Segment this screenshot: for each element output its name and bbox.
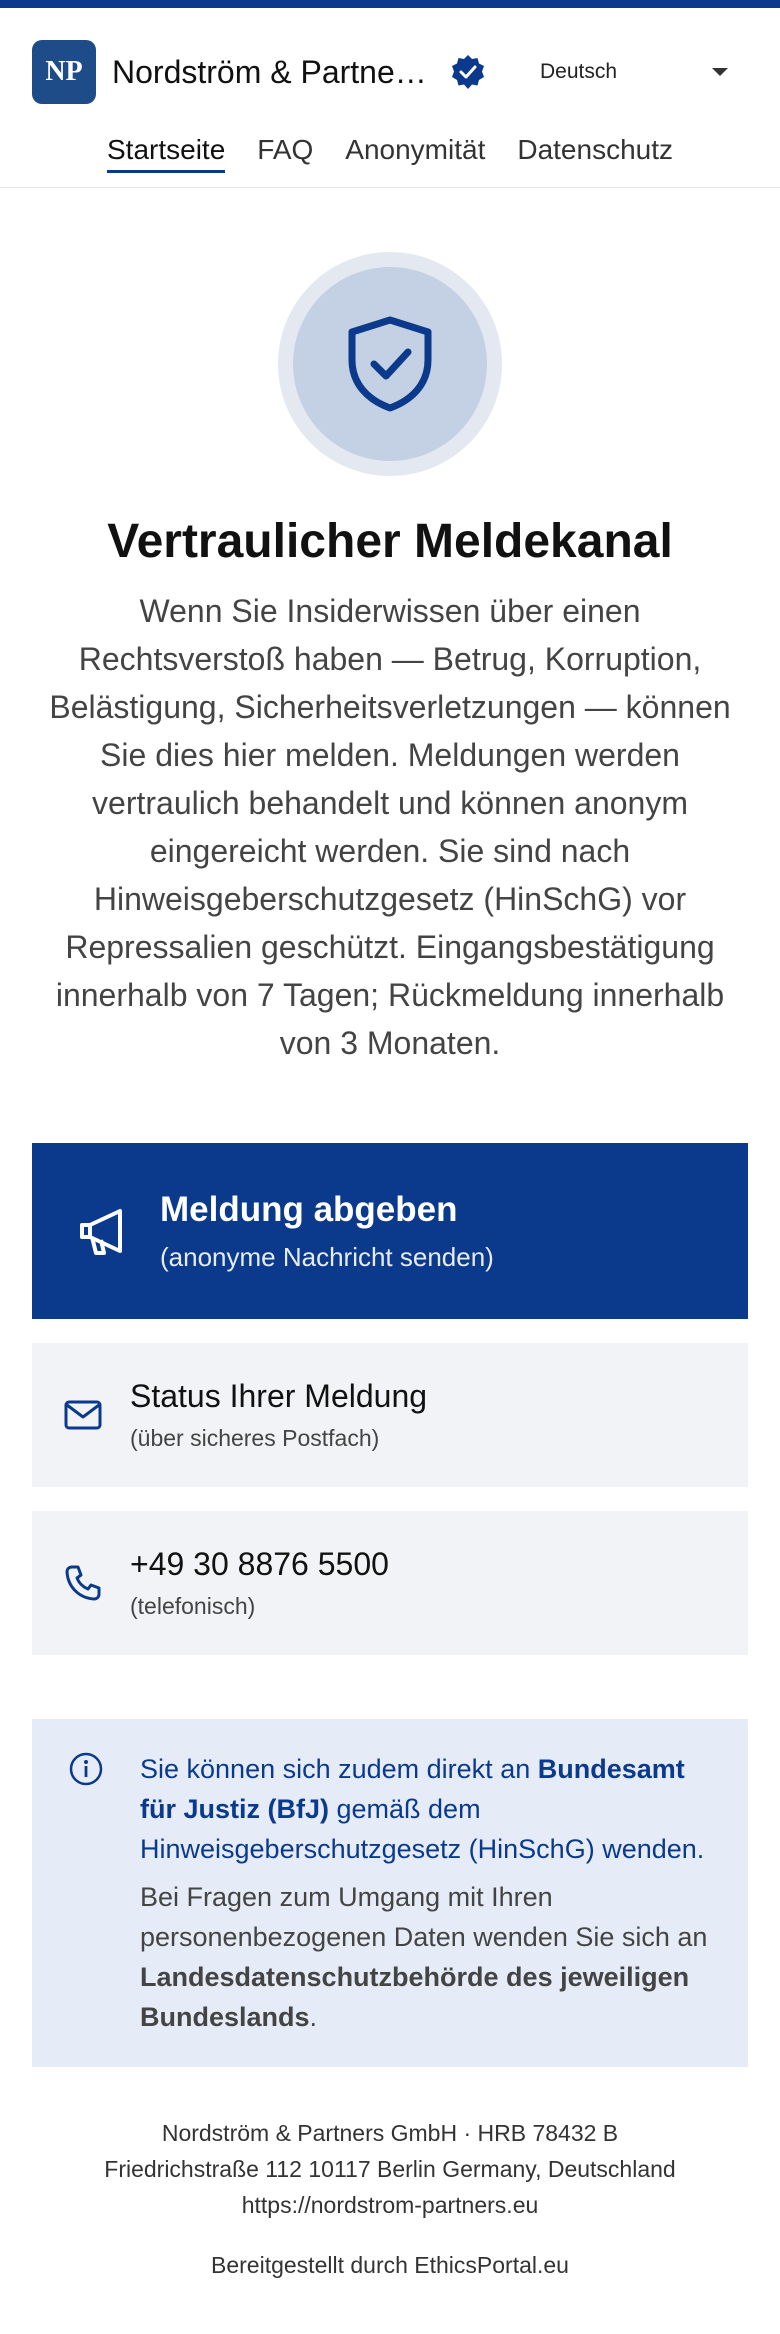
phone-report-subtitle: (telefonisch) [130,1593,256,1619]
submit-report-title: Meldung abgeben [160,1189,458,1229]
report-status-button[interactable]: Status Ihrer Meldung (über sicheres Post… [32,1343,748,1487]
language-select[interactable]: Deutsch [540,60,730,84]
phone-number: +49 30 8876 5500 [130,1546,389,1582]
nav-item-datenschutz[interactable]: Datenschutz [517,134,673,173]
action-cards: Meldung abgeben (anonyme Nachricht sende… [0,1143,780,1655]
nav-item-anonymitaet[interactable]: Anonymität [345,134,485,173]
site-header: NP Nordström & Partners GmbH Deutsch Sta… [0,8,780,188]
phone-icon [65,1565,101,1601]
external-authority-info: Sie können sich zudem direkt an Bundesam… [32,1719,748,2067]
submit-report-button[interactable]: Meldung abgeben (anonyme Nachricht sende… [32,1143,748,1319]
intro-text: Wenn Sie Insiderwissen über einen Rechts… [49,593,731,1061]
shield-check-icon [348,316,432,412]
footer-website-link[interactable]: https://nordstrom-partners.eu [242,2192,539,2218]
powered-by: Bereitgestellt durch EthicsPortal.eu [211,2252,569,2278]
megaphone-icon [80,1209,122,1255]
nav-item-faq[interactable]: FAQ [257,134,313,173]
company-logo[interactable]: NP [32,40,96,104]
info-text: Sie können sich zudem direkt an Bundesam… [140,1749,712,2037]
site-footer: Nordström & Partners GmbH · HRB 78432 B … [0,2115,780,2283]
main-nav: Startseite FAQ Anonymität Datenschutz [32,112,748,187]
hero-section: Vertraulicher Meldekanal Wenn Sie Inside… [0,188,780,1067]
chevron-down-icon [712,68,728,76]
verified-badge-icon [452,55,484,89]
shield-badge [278,252,502,476]
company-name: Nordström & Partners GmbH [112,53,430,90]
external-authority-text: Sie können sich zudem direkt an Bundesam… [140,1749,712,1869]
phone-report-text: +49 30 8876 5500 (telefonisch) [130,1546,389,1620]
top-accent-bar [0,0,780,8]
phone-report-button[interactable]: +49 30 8876 5500 (telefonisch) [32,1511,748,1655]
info-p2-post: . [309,2002,318,2032]
brand-row: NP Nordström & Partners GmbH Deutsch [32,32,748,112]
submit-report-subtitle: (anonyme Nachricht senden) [160,1241,494,1272]
info-icon [69,1752,103,1786]
footer-company-line: Nordström & Partners GmbH · HRB 78432 B [161,2120,619,2146]
submit-report-text: Meldung abgeben (anonyme Nachricht sende… [160,1190,494,1273]
mail-icon [64,1400,102,1430]
info-p1-pre: Sie können sich zudem direkt an [140,1754,538,1784]
nav-item-startseite[interactable]: Startseite [106,134,226,173]
data-protection-authority: Landesdatenschutzbehörde des jeweiligen … [140,1962,690,2032]
info-p2-pre: Bei Fragen zum Umgang mit Ihren personen… [140,1882,708,1952]
page-title: Vertraulicher Meldekanal [107,515,673,568]
report-status-text: Status Ihrer Meldung (über sicheres Post… [130,1378,427,1452]
report-status-title: Status Ihrer Meldung [130,1378,428,1414]
report-status-subtitle: (über sicheres Postfach) [130,1425,380,1451]
language-select-value: Deutsch [540,60,618,83]
footer-address: Friedrichstraße 112 10117 Berlin Germany… [104,2156,676,2182]
shield-badge-inner [293,267,487,461]
data-protection-text: Bei Fragen zum Umgang mit Ihren personen… [140,1877,712,2037]
